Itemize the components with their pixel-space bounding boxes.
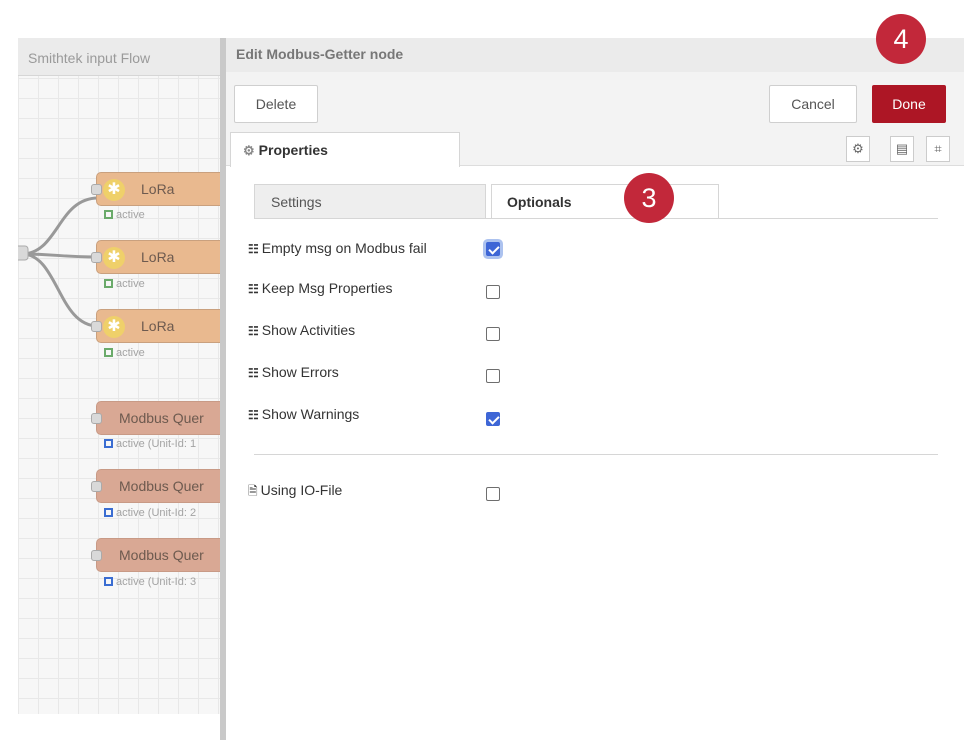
modbus-node[interactable]: Modbus Quer bbox=[91, 538, 220, 572]
node-status: active (Unit-Id: 3 bbox=[104, 576, 196, 588]
status-dot-icon bbox=[104, 279, 113, 288]
input-port[interactable] bbox=[91, 550, 102, 561]
node-label: LoRa bbox=[141, 318, 175, 334]
tab-optionals[interactable]: Optionals bbox=[491, 184, 719, 219]
node-label: Modbus Quer bbox=[119, 410, 204, 426]
empty-msg-checkbox[interactable] bbox=[486, 242, 500, 256]
using-io-file-checkbox[interactable] bbox=[486, 487, 500, 501]
status-dot-icon bbox=[104, 210, 113, 219]
modbus-node[interactable]: Modbus Quer bbox=[91, 469, 220, 503]
node-label: LoRa bbox=[141, 181, 175, 197]
node-status: active bbox=[104, 347, 145, 359]
list-icon: ☷ bbox=[248, 282, 259, 296]
node-status: active (Unit-Id: 2 bbox=[104, 507, 196, 519]
tab-optionals-label: Optionals bbox=[507, 194, 572, 210]
option-label: Show Errors bbox=[261, 364, 339, 380]
section-divider bbox=[254, 454, 938, 455]
node-settings-icon[interactable]: ⚙ bbox=[846, 136, 870, 162]
tray-header: Edit Modbus-Getter node bbox=[226, 38, 964, 72]
done-button[interactable]: Done bbox=[872, 85, 946, 123]
option-label: Show Warnings bbox=[261, 406, 360, 422]
tray-title: Edit Modbus-Getter node bbox=[236, 46, 404, 62]
delete-button[interactable]: Delete bbox=[234, 85, 318, 123]
lora-node[interactable]: ✱ LoRa bbox=[91, 309, 220, 343]
lora-node[interactable]: ✱ LoRa bbox=[91, 172, 220, 206]
tab-properties[interactable]: ⚙ Properties bbox=[230, 132, 460, 167]
input-port[interactable] bbox=[91, 413, 102, 424]
lora-icon: ✱ bbox=[103, 316, 125, 338]
node-status: active bbox=[104, 209, 145, 221]
input-port[interactable] bbox=[91, 481, 102, 492]
status-dot-icon bbox=[104, 439, 113, 448]
wires bbox=[18, 196, 99, 328]
lora-node[interactable]: ✱ LoRa bbox=[91, 240, 220, 274]
option-label: Show Activities bbox=[261, 322, 356, 338]
option-label: Using IO-File bbox=[260, 482, 343, 498]
tab-settings[interactable]: Settings bbox=[254, 184, 486, 219]
node-description-icon[interactable]: ▤ bbox=[890, 136, 914, 162]
lora-icon: ✱ bbox=[103, 247, 125, 269]
input-port[interactable] bbox=[91, 252, 102, 263]
flow-workspace[interactable]: Smithtek input Flow ✱ LoRa active ✱ LoRa… bbox=[18, 38, 220, 714]
modbus-node[interactable]: Modbus Quer bbox=[91, 401, 220, 435]
input-port[interactable] bbox=[91, 184, 102, 195]
cancel-button[interactable]: Cancel bbox=[769, 85, 857, 123]
status-dot-icon bbox=[104, 348, 113, 357]
node-status: active bbox=[104, 278, 145, 290]
edit-node-tray: Edit Modbus-Getter node Delete Cancel Do… bbox=[220, 38, 964, 740]
list-icon: ☷ bbox=[248, 366, 259, 380]
list-icon: ☷ bbox=[248, 242, 259, 256]
tab-settings-label: Settings bbox=[271, 194, 322, 210]
step-badge-4: 4 bbox=[876, 14, 926, 64]
node-status: active (Unit-Id: 1 bbox=[104, 438, 196, 450]
input-port[interactable] bbox=[91, 321, 102, 332]
gear-icon: ⚙ bbox=[243, 143, 255, 158]
node-label: Modbus Quer bbox=[119, 478, 204, 494]
option-label: Empty msg on Modbus fail bbox=[261, 240, 427, 256]
workspace-footer bbox=[18, 714, 220, 740]
show-warnings-checkbox[interactable] bbox=[486, 412, 500, 426]
option-label: Keep Msg Properties bbox=[261, 280, 393, 296]
node-label: LoRa bbox=[141, 249, 175, 265]
file-icon: 🗎 bbox=[248, 484, 258, 498]
status-dot-icon bbox=[104, 508, 113, 517]
show-activities-checkbox[interactable] bbox=[486, 327, 500, 341]
tab-properties-label: ⚙ Properties bbox=[243, 142, 328, 158]
keep-msg-properties-checkbox[interactable] bbox=[486, 285, 500, 299]
node-label: Modbus Quer bbox=[119, 547, 204, 563]
step-badge-3: 3 bbox=[624, 173, 674, 223]
list-icon: ☷ bbox=[248, 324, 259, 338]
show-errors-checkbox[interactable] bbox=[486, 369, 500, 383]
lora-icon: ✱ bbox=[103, 179, 125, 201]
node-appearance-icon[interactable]: ⌗ bbox=[926, 136, 950, 162]
status-dot-icon bbox=[104, 577, 113, 586]
tab-divider bbox=[254, 218, 938, 219]
screenshot-root: Smithtek input Flow ✱ LoRa active ✱ LoRa… bbox=[0, 0, 964, 740]
list-icon: ☷ bbox=[248, 408, 259, 422]
